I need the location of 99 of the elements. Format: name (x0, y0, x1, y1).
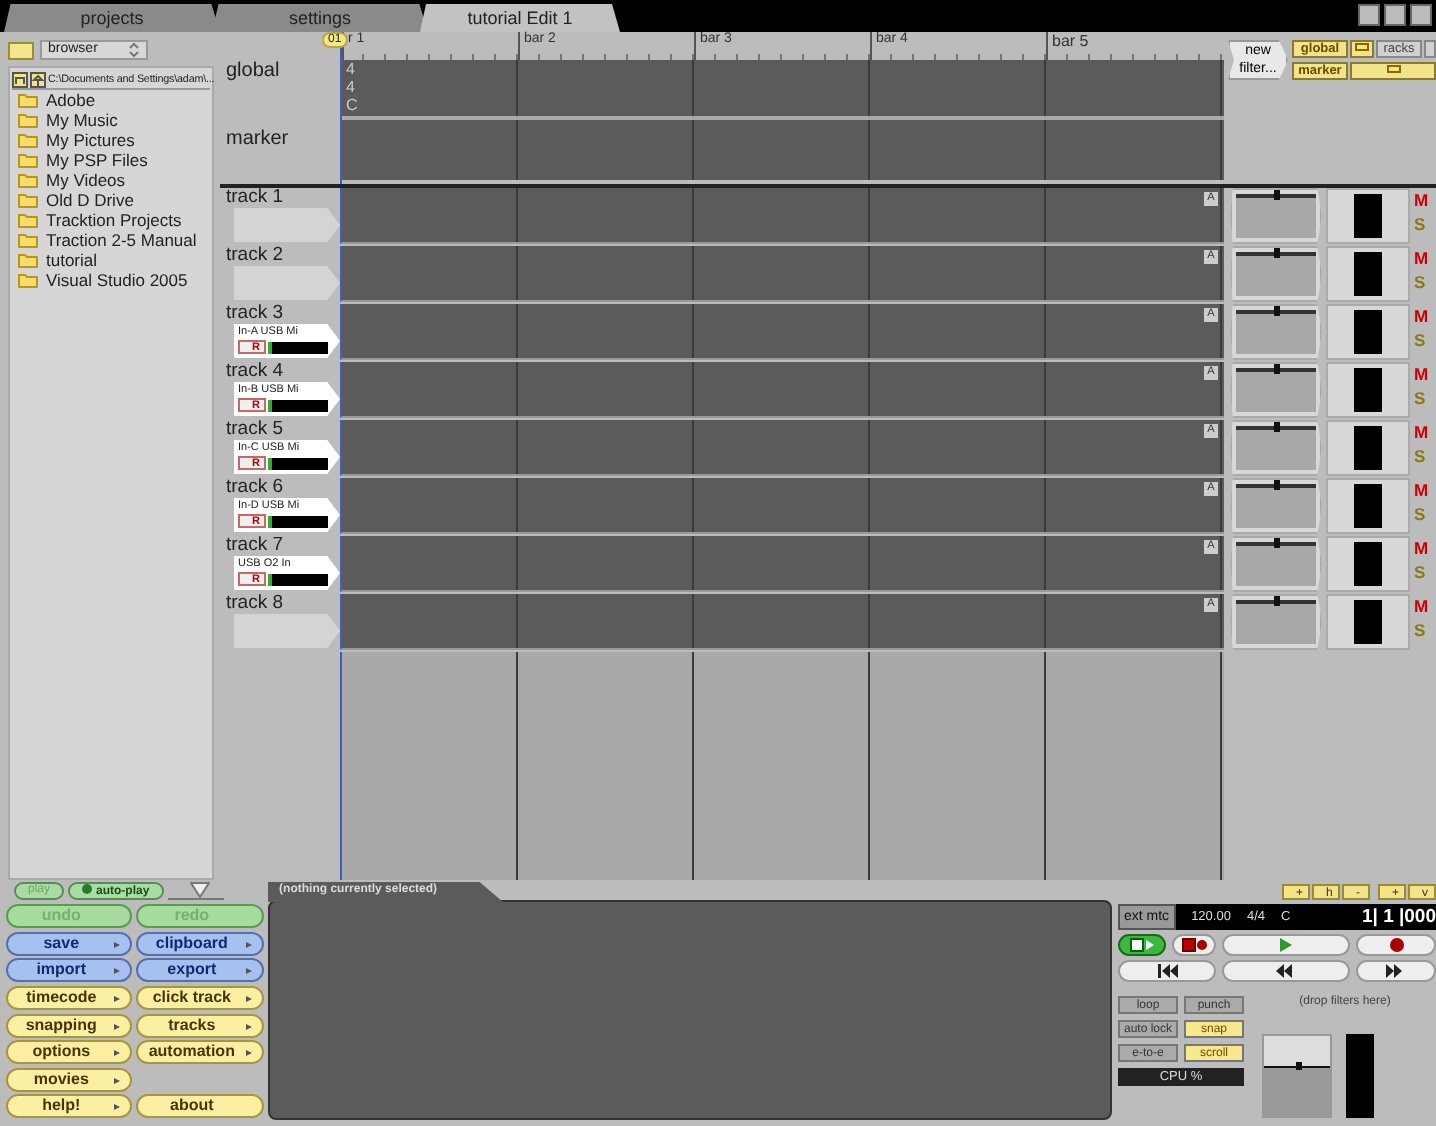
volume-plugin[interactable] (1230, 304, 1322, 360)
folder-item[interactable]: Adobe (12, 90, 210, 110)
folder-item[interactable]: My Pictures (12, 130, 210, 150)
loop-play-button[interactable] (1118, 934, 1166, 956)
track-name: track 8 (226, 594, 286, 614)
level-meter (1354, 426, 1382, 470)
minimize-button[interactable] (1358, 4, 1380, 26)
menu-button[interactable]: tracks (136, 1013, 264, 1037)
menu-button[interactable]: export (136, 958, 264, 983)
volume-plugin[interactable] (1230, 362, 1322, 418)
menu-button[interactable]: import (6, 958, 133, 983)
slider-thumb[interactable] (1274, 248, 1280, 258)
chevron-icon (128, 42, 140, 58)
folder-item[interactable]: Traction 2-5 Manual (12, 230, 210, 250)
level-meter (1354, 368, 1382, 412)
master-fader[interactable] (1262, 1034, 1332, 1118)
record-button[interactable] (1356, 934, 1436, 956)
input-selector[interactable] (234, 208, 340, 242)
level-meter (1346, 1034, 1374, 1118)
folder-item[interactable]: tutorial (12, 250, 210, 270)
menu-button[interactable]: options (6, 1040, 133, 1065)
slider-thumb[interactable] (1274, 538, 1280, 548)
menu-button[interactable]: timecode (6, 985, 133, 1010)
volume-plugin[interactable] (1230, 420, 1322, 476)
toggle-button[interactable] (8, 41, 34, 59)
input-selector[interactable] (234, 614, 340, 648)
track-name: track 3 (226, 304, 286, 324)
folder-icon (12, 71, 28, 87)
filter-button[interactable] (1350, 40, 1374, 58)
slider-thumb[interactable] (1274, 364, 1280, 374)
track-name: track 7 (226, 536, 286, 556)
input-meter (268, 341, 328, 353)
track-label: global (226, 60, 280, 82)
fast-forward-button[interactable] (1356, 960, 1436, 982)
skip-to-start-icon (1157, 964, 1177, 978)
menu-button[interactable]: save (6, 931, 133, 956)
folder-item[interactable]: Old D Drive (12, 190, 210, 210)
record-icon (1181, 938, 1207, 952)
filter-button[interactable] (1424, 40, 1436, 58)
fader-thumb[interactable] (1295, 1062, 1301, 1071)
tab[interactable]: projects (4, 4, 220, 32)
menu-button[interactable]: click track (136, 985, 264, 1010)
menu-button[interactable]: automation (136, 1040, 264, 1065)
menu-button[interactable]: clipboard (136, 931, 264, 956)
folder-item[interactable]: My PSP Files (12, 150, 210, 170)
filter-button[interactable] (1350, 61, 1436, 79)
level-meter (1354, 310, 1382, 354)
volume-plugin[interactable] (1230, 188, 1322, 244)
track-name: track 6 (226, 478, 286, 498)
play-icon (1130, 938, 1154, 952)
rewind-button[interactable] (1222, 960, 1350, 982)
input-meter (268, 573, 328, 585)
track-name: track 5 (226, 420, 286, 440)
folder-item[interactable]: Visual Studio 2005 (12, 270, 210, 290)
maximize-button[interactable] (1384, 4, 1406, 26)
global-value: C (346, 96, 360, 114)
slider-thumb[interactable] (1274, 190, 1280, 200)
menu-button[interactable]: about (136, 1094, 264, 1119)
slider-thumb[interactable] (1274, 306, 1280, 316)
go-to-start-button[interactable] (1118, 960, 1216, 982)
track-name: track 2 (226, 246, 286, 266)
volume-plugin[interactable] (1230, 478, 1322, 534)
input-meter (268, 399, 328, 411)
global-value: 4 (346, 60, 357, 78)
track-name: track 4 (226, 362, 286, 382)
tab[interactable]: settings (212, 4, 428, 32)
level-meter (1354, 194, 1382, 238)
global-value: 4 (346, 78, 357, 96)
slider-thumb[interactable] (1274, 480, 1280, 490)
menu-button[interactable]: movies (6, 1067, 133, 1092)
rewind-icon (1276, 964, 1296, 978)
input-selector[interactable] (234, 266, 340, 300)
folder-item[interactable]: Tracktion Projects (12, 210, 210, 230)
track-name: track 1 (226, 188, 286, 208)
level-meter (1354, 252, 1382, 296)
folder-item[interactable]: My Videos (12, 170, 210, 190)
fast-forward-icon (1386, 964, 1406, 978)
input-meter (268, 515, 328, 527)
record-button[interactable] (1172, 934, 1216, 956)
up-arrow-icon (30, 71, 46, 87)
record-icon (1389, 938, 1403, 952)
input-meter (268, 457, 328, 469)
play-icon (1280, 938, 1292, 952)
menu-button[interactable]: snapping (6, 1013, 133, 1037)
volume-plugin[interactable] (1230, 246, 1322, 302)
tab[interactable]: tutorial Edit 1 (420, 4, 620, 32)
level-meter (1354, 542, 1382, 586)
level-meter (1354, 484, 1382, 528)
volume-slider[interactable] (167, 881, 224, 899)
track-label: marker (226, 128, 291, 150)
folder-item[interactable]: My Music (12, 110, 210, 130)
close-button[interactable] (1410, 4, 1432, 26)
volume-plugin[interactable] (1230, 536, 1322, 592)
menu-button[interactable]: help! (6, 1094, 133, 1119)
position-display: 1| 1 |000 (1361, 906, 1436, 928)
slider-thumb[interactable] (1274, 422, 1280, 432)
volume-plugin[interactable] (1230, 594, 1322, 650)
slider-thumb[interactable] (1274, 596, 1280, 606)
level-meter (1354, 600, 1382, 644)
